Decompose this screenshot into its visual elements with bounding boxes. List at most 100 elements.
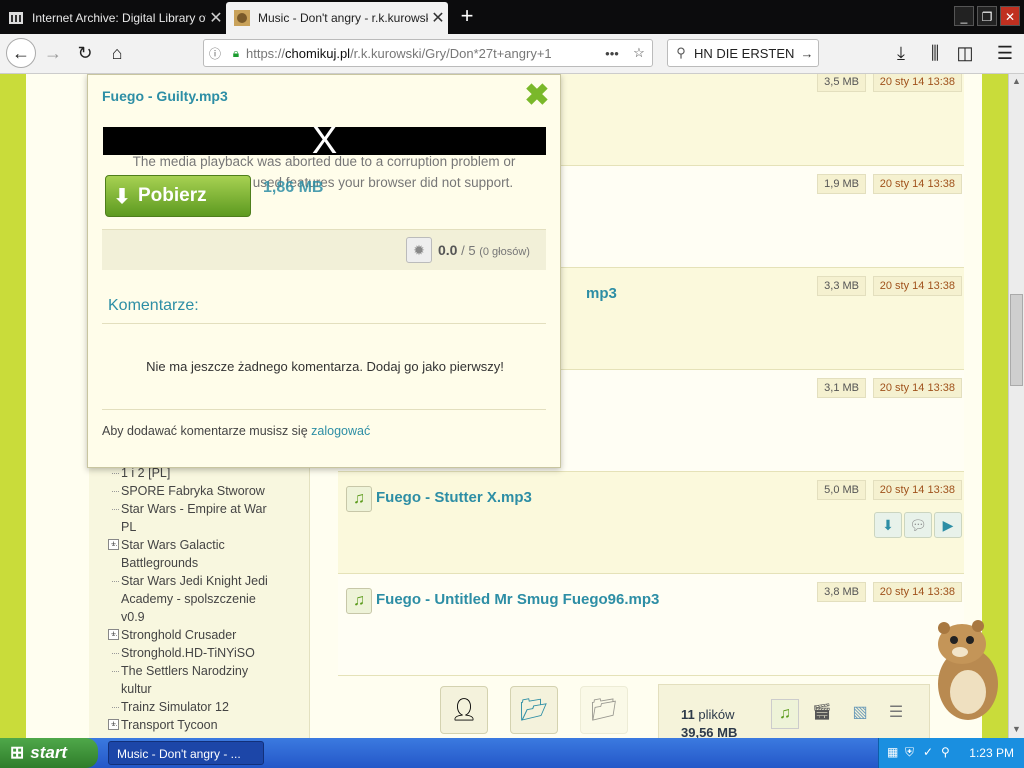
home-button[interactable]: ⌂ <box>102 38 132 68</box>
library-icon[interactable]: ⫼ <box>920 38 950 68</box>
music-file-icon: ♫ <box>346 486 372 512</box>
update-icon[interactable]: ✓ <box>923 745 933 759</box>
tab-music[interactable]: Music - Don't angry - r.k.kurowski ✕ <box>226 2 448 34</box>
login-prompt-text: Aby dodawać komentarze musisz się <box>102 424 308 438</box>
file-date: 20 sty 14 13:38 <box>872 582 962 602</box>
rating-gear-icon[interactable]: ✹ <box>406 237 432 263</box>
scroll-up-icon[interactable]: ▲ <box>1012 76 1021 86</box>
music-file-icon: ♫ <box>346 588 372 614</box>
downloads-icon[interactable]: ⤓ <box>886 38 916 68</box>
folder-size: 39,56 MB <box>681 725 738 738</box>
download-button[interactable]: ⬇ Pobierz <box>105 175 251 217</box>
hamster-favicon-icon <box>234 10 250 26</box>
no-comments-message: Nie ma jeszcze żadnego komentarza. Dodaj… <box>146 359 504 374</box>
tree-item[interactable]: Star Wars - Empire at War PL <box>100 500 275 536</box>
info-icon[interactable]: ⓘ <box>204 45 226 62</box>
rating-max: / 5 <box>461 243 476 258</box>
vertical-scrollbar[interactable]: ▲ ▼ <box>1008 74 1024 738</box>
tree-item[interactable]: SPORE Fabryka Stworow <box>100 482 275 500</box>
close-tab-icon[interactable]: ✕ <box>206 8 226 28</box>
rating-text: 0.0 / 5 (0 głosów) <box>438 242 530 258</box>
bookmark-star-icon[interactable]: ☆ <box>626 45 652 61</box>
tree-item[interactable]: The Settlers Narodziny kultur <box>100 662 275 698</box>
file-row[interactable]: ♫ Fuego - Untitled Mr Smug Fuego96.mp3 3… <box>338 574 964 676</box>
file-row[interactable]: ♫ Fuego - Stutter X.mp3 5,0 MB 20 sty 14… <box>338 472 964 574</box>
add-friend-icon[interactable]: 👤︎ <box>440 686 488 734</box>
tab-title: Music - Don't angry - r.k.kurowski <box>258 11 428 25</box>
popup-title: Fuego - Guilty.mp3 <box>102 88 228 104</box>
tree-item[interactable]: Stronghold Crusader <box>100 626 275 644</box>
security-shield-icon[interactable]: ⛨ <box>905 745 914 760</box>
close-icon[interactable]: ✖ <box>522 81 552 111</box>
file-name[interactable]: Fuego - Stutter X.mp3 <box>376 489 532 506</box>
start-label: start <box>30 743 68 762</box>
restore-button[interactable]: ❐ <box>977 6 997 26</box>
search-icon: ⚲ <box>676 45 686 60</box>
clock: 1:23 PM <box>969 746 1014 760</box>
download-folder-icon[interactable]: 📂︎ <box>510 686 558 734</box>
file-name[interactable]: Fuego - Untitled Mr Smug Fuego96.mp3 <box>376 591 659 608</box>
sidebar-icon[interactable]: ◫ <box>950 38 980 68</box>
forward-button[interactable]: → <box>38 38 68 68</box>
file-date: 20 sty 14 13:38 <box>872 378 962 398</box>
lock-icon: 🔒︎ <box>232 45 240 60</box>
search-go-icon[interactable]: → <box>796 46 818 61</box>
scroll-down-icon[interactable]: ▼ <box>1012 724 1021 734</box>
search-bar[interactable]: ⚲ HN DIE ERSTEN → <box>667 39 819 67</box>
start-button[interactable]: ⊞ start <box>0 738 98 768</box>
rating-value: 0.0 <box>438 242 458 258</box>
login-prompt: Aby dodawać komentarze musisz się zalogo… <box>102 424 370 438</box>
file-size: 5,0 MB <box>817 480 866 500</box>
close-tab-icon[interactable]: ✕ <box>428 8 448 28</box>
search-input[interactable]: HN DIE ERSTEN <box>694 46 796 61</box>
page-actions-icon[interactable]: ••• <box>598 46 626 61</box>
download-label: Pobierz <box>138 185 207 206</box>
download-arrow-icon: ⬇ <box>113 185 131 208</box>
rating-bar: ✹ 0.0 / 5 (0 głosów) <box>102 229 546 270</box>
menu-icon[interactable]: ☰ <box>990 38 1020 68</box>
minimize-button[interactable]: _ <box>954 6 974 26</box>
close-window-button[interactable]: ✕ <box>1000 6 1020 26</box>
search-tray-icon[interactable]: ⚲ <box>941 745 950 759</box>
tree-item[interactable]: Transport Tycoon <box>100 716 275 734</box>
tree-item[interactable]: Star Wars Galactic Battlegrounds <box>100 536 275 572</box>
file-size: 1,86 MB <box>263 179 324 196</box>
tree-item[interactable]: Trainz Simulator 12 <box>100 698 275 716</box>
login-link[interactable]: zalogować <box>311 424 370 438</box>
url-bar[interactable]: ⓘ 🔒︎ https://chomikuj.pl/r.k.kurowski/Gr… <box>203 39 653 67</box>
archive-icon <box>8 10 24 26</box>
download-arrow-icon[interactable]: ⬇ <box>874 512 902 538</box>
play-icon[interactable]: ▶ <box>934 512 962 538</box>
windows-logo-icon: ⊞ <box>10 743 25 762</box>
upload-folder-icon[interactable]: 📁︎ <box>580 686 628 734</box>
file-date: 20 sty 14 13:38 <box>872 276 962 296</box>
tab-bar: Internet Archive: Digital Library of ✕ M… <box>0 0 1024 34</box>
back-button[interactable]: ← <box>6 38 36 68</box>
divider <box>102 409 546 410</box>
folder-tree: 1 i 2 [PL] SPORE Fabryka Stworow Star Wa… <box>100 464 275 734</box>
tab-internet-archive[interactable]: Internet Archive: Digital Library of ✕ <box>0 2 226 34</box>
system-tray: ▦ ⛨ ✓ ⚲ 1:23 PM <box>878 738 1024 768</box>
windows-taskbar: ⊞ start Music - Don't angry - ... ▦ ⛨ ✓ … <box>0 738 1024 768</box>
navigation-bar: ← → ↻ ⌂ ⓘ 🔒︎ https://chomikuj.pl/r.k.kur… <box>0 34 1024 74</box>
tree-item[interactable]: Stronghold.HD-TiNYiSO <box>100 644 275 662</box>
folder-stats: 11 plików 39,56 MB ♫ 🎬︎ ▧ ☰ <box>658 684 930 738</box>
file-size: 1,9 MB <box>817 174 866 194</box>
taskbar-app-firefox[interactable]: Music - Don't angry - ... <box>108 741 264 765</box>
new-tab-button[interactable]: + <box>454 4 480 30</box>
comment-icon[interactable]: 💬︎ <box>904 512 932 538</box>
music-filter-icon[interactable]: ♫ <box>771 699 799 729</box>
vote-count: (0 głosów) <box>479 246 530 258</box>
file-size: 3,5 MB <box>817 74 866 92</box>
file-preview-popup: Fuego - Guilty.mp3 ✖ X The media playbac… <box>87 74 561 468</box>
reload-button[interactable]: ↻ <box>70 38 100 68</box>
file-name[interactable]: mp3 <box>586 285 617 302</box>
scroll-thumb[interactable] <box>1010 294 1023 386</box>
video-filter-icon[interactable]: 🎬︎ <box>809 699 835 727</box>
image-filter-icon[interactable]: ▧ <box>847 699 873 727</box>
tree-item[interactable]: Star Wars Jedi Knight Jedi Academy - spo… <box>100 572 275 626</box>
network-icon[interactable]: ▦ <box>887 745 898 759</box>
file-count: 11 <box>681 707 695 722</box>
url-text[interactable]: https://chomikuj.pl/r.k.kurowski/Gry/Don… <box>246 46 598 61</box>
document-filter-icon[interactable]: ☰ <box>883 699 909 727</box>
